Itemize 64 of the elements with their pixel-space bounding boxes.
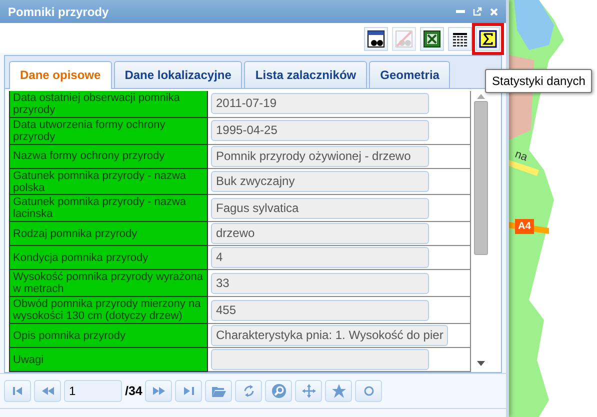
last-page-icon <box>184 387 194 395</box>
value-field[interactable]: Buk zwyczajny <box>211 171 429 192</box>
field-label: Opis pomnika przyrody <box>10 324 208 348</box>
tab[interactable]: Dane lokalizacyjne <box>114 61 242 88</box>
pager-button[interactable] <box>235 380 262 402</box>
circle-icon <box>364 386 374 396</box>
field-label: Gatunek pomnika przyrody - nazwa polska <box>10 168 208 196</box>
tooltip: Statystyki danych <box>485 69 592 93</box>
toolbar-button[interactable] <box>448 27 472 51</box>
table-search-crossed-icon <box>395 30 413 48</box>
refresh-icon <box>242 384 255 398</box>
pager-button[interactable] <box>295 380 322 402</box>
pop-out-icon[interactable] <box>473 7 482 16</box>
field-label: Data ostatniej obserwacji pomnika przyrody <box>10 91 208 118</box>
page-number-field[interactable]: 1 <box>64 380 122 402</box>
value-field[interactable]: 2011-07-19 <box>211 93 429 114</box>
value-field[interactable]: 1995-04-25 <box>211 120 429 142</box>
window-title: Pomniki przyrody <box>8 4 109 18</box>
move-arrows-icon <box>302 384 316 398</box>
pager-button[interactable] <box>205 380 232 402</box>
toolbar-button[interactable] <box>364 27 388 51</box>
value-field[interactable]: Charakterystyka pnia: 1. Wysokość do pier <box>211 325 448 346</box>
scroll-down-icon[interactable] <box>477 361 485 366</box>
value-field[interactable]: 4 <box>211 247 429 268</box>
field-label: Obwód pomnika przyrody mierzony na wysokości 130 cm (dotyczy drzew) <box>10 297 208 324</box>
table-columns-icon <box>451 30 469 48</box>
pager-button[interactable] <box>4 380 31 402</box>
first-page-icon <box>12 387 22 395</box>
previous-page-icon <box>42 387 54 395</box>
pager-button[interactable] <box>355 380 382 402</box>
value-field[interactable]: 33 <box>211 272 429 294</box>
street-label: na <box>513 148 529 164</box>
zoom-icon <box>272 384 286 398</box>
page-total: /34 <box>125 384 142 398</box>
field-label: Gatunek pomnika przyrody - nazwa lacinska <box>10 195 208 222</box>
spreadsheet-icon <box>423 30 441 48</box>
tab[interactable]: Dane opisowe <box>9 61 112 89</box>
tab[interactable]: Geometria <box>369 61 450 88</box>
star-icon <box>332 384 346 398</box>
pager-button[interactable] <box>34 380 61 402</box>
pager-button[interactable] <box>175 380 202 402</box>
value-field[interactable]: 455 <box>211 300 429 321</box>
folder-icon <box>212 386 226 396</box>
scroll-up-icon[interactable] <box>477 94 485 99</box>
field-label: Wysokość pomnika przyrody wyrażona w metrach <box>10 270 208 298</box>
pager-button[interactable] <box>145 380 172 402</box>
table-search-icon <box>367 30 385 48</box>
value-field[interactable]: drzewo <box>211 223 429 244</box>
next-page-icon <box>152 387 165 395</box>
tab[interactable]: Lista zalaczników <box>244 61 368 88</box>
close-icon[interactable] <box>490 8 498 16</box>
field-label: Uwagi <box>10 348 208 372</box>
field-label: Nazwa formy ochrony przyrody <box>10 144 208 169</box>
value-field[interactable] <box>211 349 429 370</box>
sigma-icon <box>479 30 497 48</box>
value-field[interactable]: Pomnik przyrody ożywionej - drzewo <box>211 146 429 167</box>
field-label: Data utworzenia formy ochrony przyrody <box>10 118 208 145</box>
toolbar-button[interactable] <box>420 27 444 51</box>
pager-button[interactable] <box>325 380 352 402</box>
road-label: A4 <box>515 219 534 234</box>
field-label: Rodzaj pomnika przyrody <box>10 222 208 246</box>
field-label: Kondycja pomnika przyrody <box>10 246 208 270</box>
pager-button[interactable] <box>265 380 292 402</box>
value-field[interactable]: Fagus sylvatica <box>211 198 429 219</box>
